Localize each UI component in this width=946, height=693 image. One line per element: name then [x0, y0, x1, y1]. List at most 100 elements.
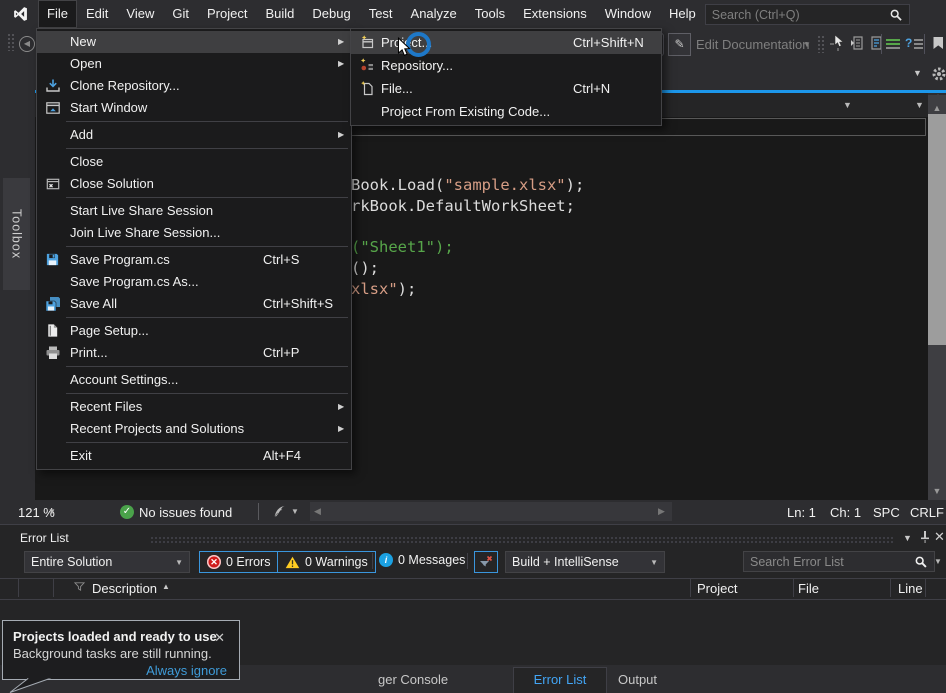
warnings-count: 0 Warnings: [305, 555, 368, 569]
menu-item-label: Page Setup...: [70, 320, 149, 342]
menubar-item-debug[interactable]: Debug: [303, 0, 359, 28]
quill-icon[interactable]: [272, 504, 287, 519]
menu-item-label: Close Solution: [70, 173, 154, 195]
selection-tool-icon[interactable]: [829, 35, 847, 53]
issues-status[interactable]: No issues found: [139, 505, 232, 520]
question-mark-icon[interactable]: ?: [905, 36, 912, 50]
scrollbar-up-arrow[interactable]: ▲: [928, 103, 946, 113]
new-submenu-item-file[interactable]: File...Ctrl+N: [351, 77, 661, 100]
pin-icon[interactable]: [918, 530, 932, 544]
menubar-item-extensions[interactable]: Extensions: [514, 0, 596, 28]
panel-drag-texture[interactable]: [150, 536, 895, 543]
new-submenu-item-project-from-existing-code[interactable]: Project From Existing Code...: [351, 100, 661, 123]
menubar-item-git[interactable]: Git: [163, 0, 198, 28]
navbar-dropdown-icon[interactable]: ▼: [843, 100, 852, 110]
file-menu-item-recent-projects-and-solutions[interactable]: Recent Projects and Solutions▶: [37, 418, 351, 440]
menubar-item-analyze[interactable]: Analyze: [402, 0, 466, 28]
file-menu-item-start-window[interactable]: Start Window: [37, 97, 351, 119]
menubar-item-help[interactable]: Help: [660, 0, 705, 28]
vertical-scrollbar-thumb[interactable]: [928, 114, 946, 345]
file-menu-item-close[interactable]: Close: [37, 151, 351, 173]
scope-dropdown[interactable]: Entire Solution▼: [24, 551, 190, 573]
close-icon[interactable]: ✕: [214, 630, 225, 646]
build-filter-dropdown[interactable]: Build + IntelliSense▼: [505, 551, 665, 573]
menubar-item-project[interactable]: Project: [198, 0, 256, 28]
quill-dropdown-icon[interactable]: ▼: [291, 507, 299, 516]
file-menu-item-exit[interactable]: ExitAlt+F4: [37, 445, 351, 467]
spaces-indicator[interactable]: SPC: [873, 505, 900, 520]
document-list-chevron-icon[interactable]: ▼: [913, 68, 922, 78]
menu-bar: FileEditViewGitProjectBuildDebugTestAnal…: [0, 0, 946, 28]
column-filter-icon[interactable]: [74, 581, 85, 592]
notification-tail: [8, 677, 60, 693]
chevron-down-icon: ▼: [175, 558, 183, 567]
column-header-file[interactable]: File: [798, 581, 819, 596]
file-menu-item-start-live-share-session[interactable]: Start Live Share Session: [37, 200, 351, 222]
file-menu-item-save-program-cs-as[interactable]: Save Program.cs As...: [37, 271, 351, 293]
file-menu-item-page-setup[interactable]: Page Setup...: [37, 320, 351, 342]
file-menu-item-save-program-cs[interactable]: Save Program.csCtrl+S: [37, 249, 351, 271]
error-list-search-input[interactable]: Search Error List: [743, 551, 935, 572]
file-menu-item-close-solution[interactable]: Close Solution: [37, 173, 351, 195]
search-options-dropdown-icon[interactable]: ▼: [934, 557, 942, 566]
menubar-item-edit[interactable]: Edit: [77, 0, 117, 28]
chevron-down-icon[interactable]: ▼: [803, 40, 811, 49]
bookmark-icon[interactable]: [930, 35, 946, 53]
column-separator: [18, 579, 19, 597]
file-menu-item-clone-repository[interactable]: Clone Repository...: [37, 75, 351, 97]
close-icon[interactable]: ✕: [934, 529, 945, 545]
navigate-back-icon[interactable]: ◀: [19, 36, 35, 52]
horizontal-scrollbar[interactable]: [310, 502, 672, 521]
scrollbar-down-arrow[interactable]: ▼: [928, 486, 946, 496]
column-separator: [890, 579, 891, 597]
new-file-icon: [359, 80, 375, 96]
menu-item-label: Open: [70, 53, 102, 75]
menu-item-label: Start Live Share Session: [70, 200, 213, 222]
format-document-icon[interactable]: [869, 35, 887, 53]
menu-item-shortcut: Ctrl+N: [573, 77, 610, 100]
tab-package-manager-console[interactable]: ger Console: [378, 672, 448, 687]
navbar-dropdown-icon[interactable]: ▼: [915, 100, 924, 110]
panel-position-dropdown-icon[interactable]: ▼: [903, 533, 912, 543]
scrollbar-right-arrow[interactable]: ▶: [658, 506, 665, 517]
tab-output[interactable]: Output: [618, 672, 657, 687]
menubar-item-file[interactable]: File: [38, 0, 77, 28]
column-header-project[interactable]: Project: [697, 581, 737, 596]
errors-toggle-button[interactable]: ✕ 0 Errors: [199, 551, 278, 573]
file-menu-item-join-live-share-session[interactable]: Join Live Share Session...: [37, 222, 351, 244]
zoom-dropdown-icon[interactable]: ▼: [48, 507, 56, 516]
indent-document-icon[interactable]: [850, 35, 868, 53]
tab-error-list[interactable]: Error List: [513, 667, 607, 693]
file-menu-item-account-settings[interactable]: Account Settings...: [37, 369, 351, 391]
menubar-item-build[interactable]: Build: [256, 0, 303, 28]
quick-search-input[interactable]: Search (Ctrl+Q): [705, 4, 910, 25]
column-header-description[interactable]: Description: [92, 581, 157, 596]
toolbox-tab[interactable]: Toolbox: [3, 178, 30, 290]
file-menu-item-print[interactable]: Print...Ctrl+P: [37, 342, 351, 364]
menubar-item-tools[interactable]: Tools: [466, 0, 514, 28]
scrollbar-left-arrow[interactable]: ◀: [314, 506, 321, 517]
file-menu-item-save-all[interactable]: Save AllCtrl+Shift+S: [37, 293, 351, 315]
edit-documentation-icon[interactable]: ✎: [668, 33, 691, 56]
menu-item-label: Exit: [70, 445, 92, 467]
file-menu-item-recent-files[interactable]: Recent Files▶: [37, 396, 351, 418]
comment-lines-icon[interactable]: [886, 39, 900, 49]
line-ending-indicator[interactable]: CRLF: [910, 505, 944, 520]
toolbar-drag-handle[interactable]: [7, 33, 15, 51]
start-window-icon: [45, 100, 61, 116]
column-header-line[interactable]: Line: [898, 581, 923, 596]
menubar-item-test[interactable]: Test: [360, 0, 402, 28]
code-line: rkBook.DefaultWorkSheet;: [351, 197, 584, 218]
messages-toggle-button[interactable]: i 0 Messages: [379, 553, 465, 567]
gear-icon[interactable]: [931, 66, 946, 82]
warnings-toggle-button[interactable]: 0 Warnings: [277, 551, 376, 573]
menubar-item-view[interactable]: View: [117, 0, 163, 28]
always-ignore-link[interactable]: Always ignore: [146, 663, 227, 678]
menu-item-label: Repository...: [381, 54, 453, 77]
file-menu-item-add[interactable]: Add▶: [37, 124, 351, 146]
file-menu-item-open[interactable]: Open▶: [37, 53, 351, 75]
filter-button[interactable]: [474, 551, 498, 573]
menubar-item-window[interactable]: Window: [596, 0, 660, 28]
file-menu-item-new[interactable]: New▶: [37, 31, 351, 53]
build-filter-value: Build + IntelliSense: [512, 555, 619, 569]
